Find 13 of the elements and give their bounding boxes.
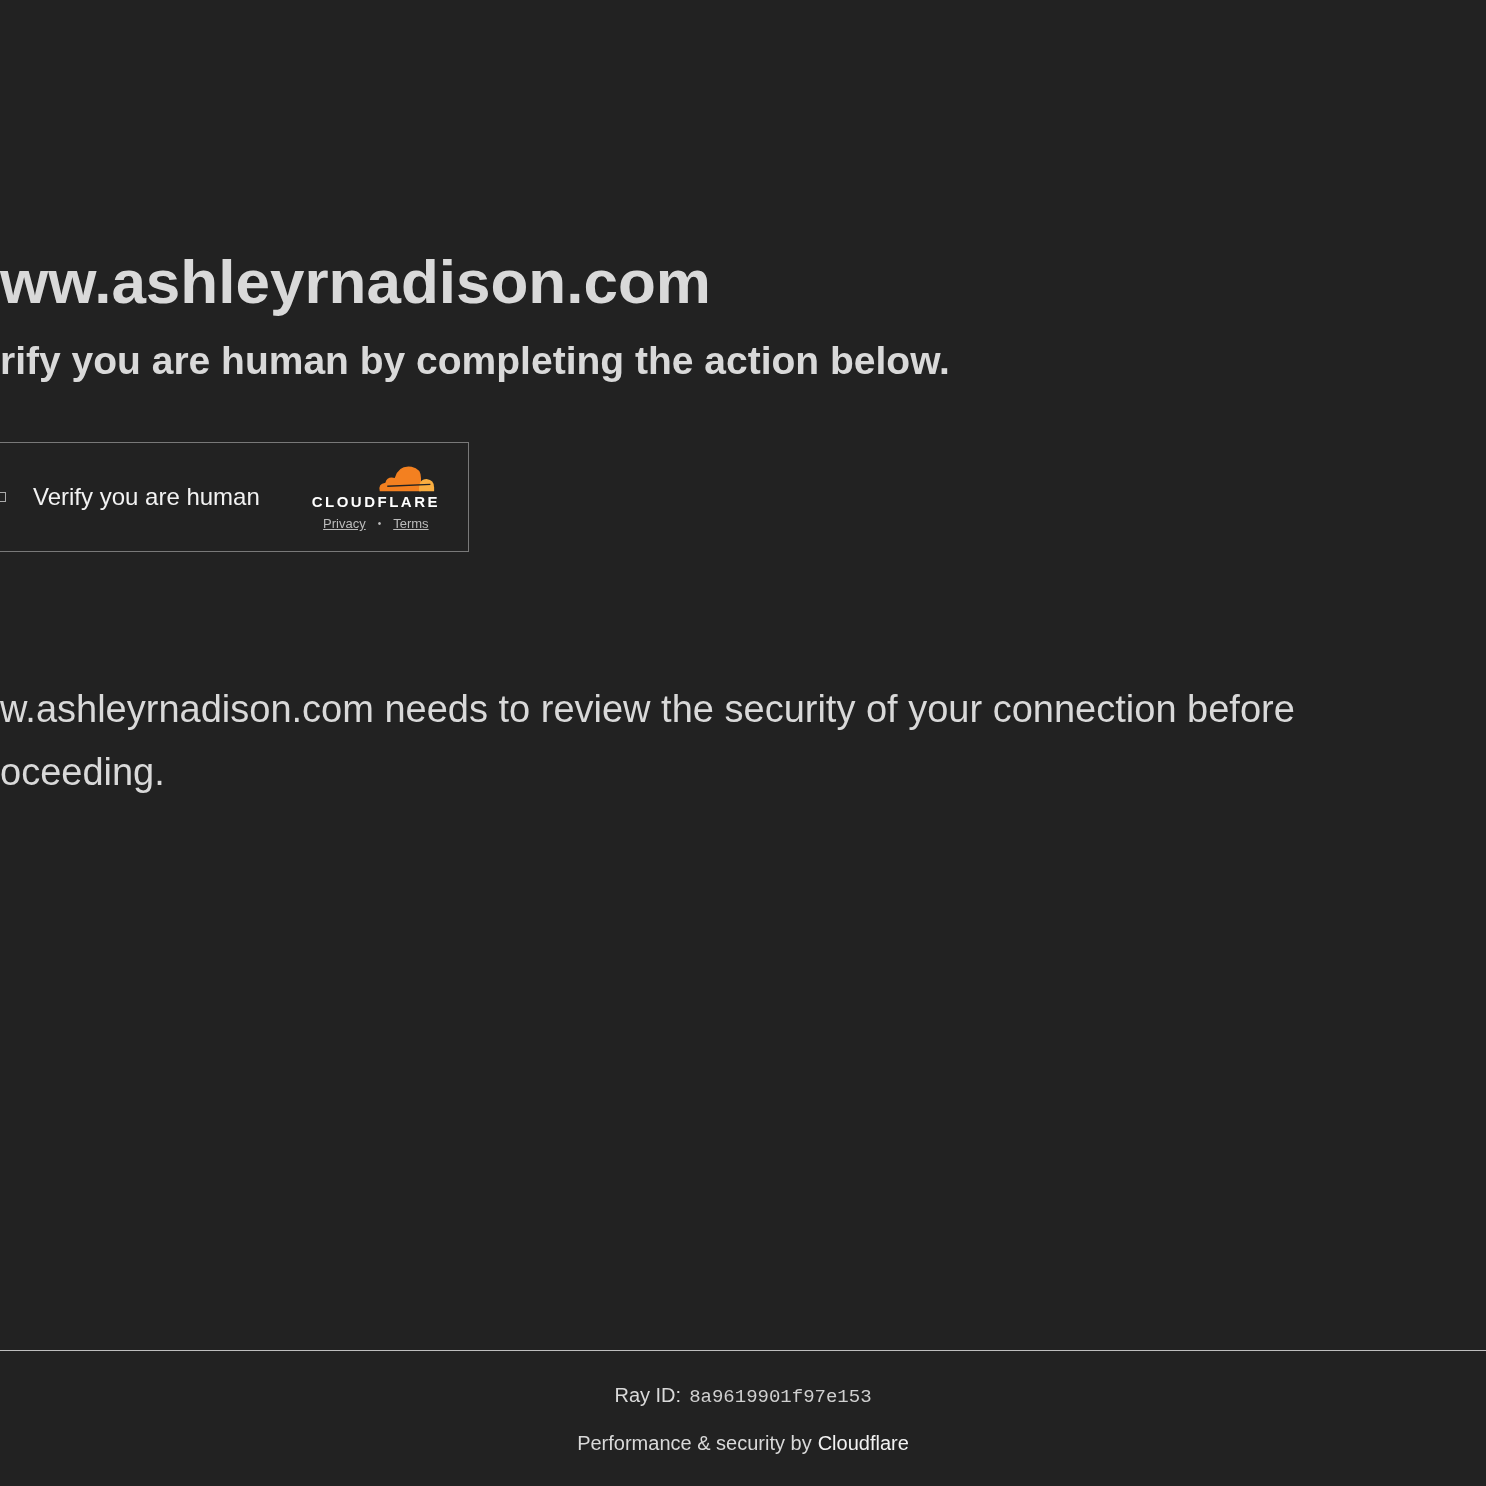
- credit-text: Performance & security by: [577, 1432, 812, 1455]
- ray-id-value: 8a9619901f97e153: [689, 1386, 872, 1408]
- privacy-link[interactable]: Privacy: [323, 516, 366, 531]
- security-message: w.ashleyrnadison.com needs to review the security of your connection before oceeding.: [0, 687, 1296, 795]
- ray-id-label: Ray ID:: [614, 1384, 682, 1407]
- cloudflare-link[interactable]: Cloudflare: [817, 1432, 909, 1455]
- checkbox[interactable]: [0, 492, 6, 502]
- checkbox-label: Verify you are human: [33, 483, 261, 511]
- instruction-text: rify you are human by completing the action below.: [0, 338, 951, 384]
- separator-dot: •: [377, 518, 382, 529]
- brand-wordmark: CLOUDFLARE: [311, 493, 440, 510]
- site-heading: ww.ashleyrnadison.com: [0, 246, 712, 318]
- terms-link[interactable]: Terms: [393, 516, 429, 531]
